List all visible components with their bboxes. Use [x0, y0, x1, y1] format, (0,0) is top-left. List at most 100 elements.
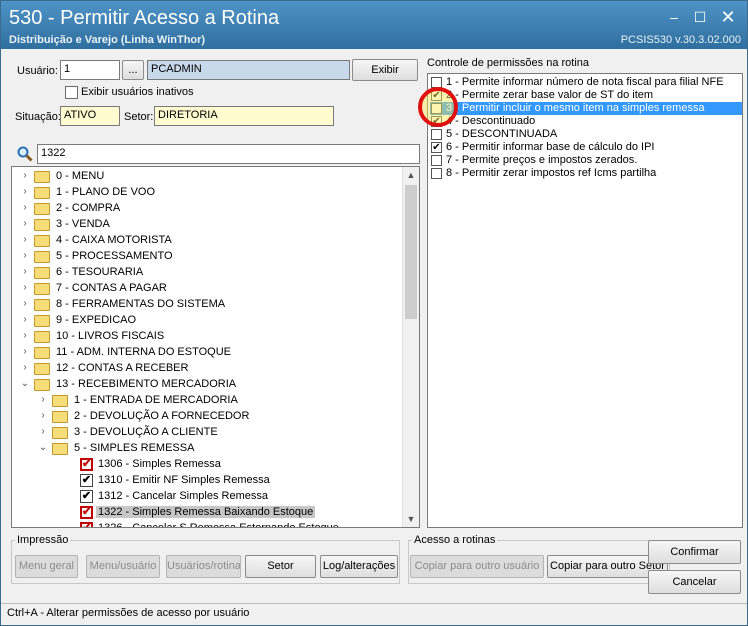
tree-item[interactable]: ✔ 1326 - Cancelar S.Remessa Estornando Es…	[12, 521, 404, 527]
expand-icon[interactable]: ›	[38, 426, 48, 437]
permission-item[interactable]: 5 - DESCONTINUADA	[430, 128, 742, 141]
expand-icon[interactable]: ›	[20, 314, 30, 325]
expand-icon[interactable]: ›	[20, 250, 30, 261]
tree-item[interactable]: › 9 - EXPEDICAO	[12, 313, 404, 329]
copy-to-user-button[interactable]: Copiar para outro usuário	[410, 555, 544, 578]
collapse-icon[interactable]: ⌄	[38, 442, 48, 453]
tree-item[interactable]: ✔ 1306 - Simples Remessa	[12, 457, 404, 473]
tree-item[interactable]: › 7 - CONTAS A PAGAR	[12, 281, 404, 297]
sector-print-button[interactable]: Setor	[245, 555, 316, 578]
tree-item[interactable]: ✔ 1322 - Simples Remessa Baixando Estoque	[12, 505, 404, 521]
folder-icon	[34, 283, 50, 295]
tree-item[interactable]: ⌄ 5 - SIMPLES REMESSA	[12, 441, 404, 457]
permission-item[interactable]: 7 - Permite preços e impostos zerados.	[430, 154, 742, 167]
tree-item[interactable]: › 3 - VENDA	[12, 217, 404, 233]
permission-checkbox[interactable]	[431, 155, 442, 166]
scroll-thumb[interactable]	[405, 185, 417, 319]
permission-item[interactable]: 8 - Permitir zerar impostos ref Icms par…	[430, 167, 742, 180]
tree-item[interactable]: ⌄ 13 - RECEBIMENTO MERCADORIA	[12, 377, 404, 393]
permission-label: 6 - Permitir informar base de cálculo do…	[446, 141, 655, 153]
tree-item-label: 1312 - Cancelar Simples Remessa	[98, 490, 268, 502]
tree-item[interactable]: › 4 - CAIXA MOTORISTA	[12, 233, 404, 249]
expand-icon[interactable]: ›	[20, 298, 30, 309]
cancel-button[interactable]: Cancelar	[648, 570, 741, 594]
expand-icon[interactable]: ›	[20, 234, 30, 245]
search-input[interactable]: 1322	[37, 144, 420, 164]
expand-icon[interactable]: ›	[20, 330, 30, 341]
permission-checkbox[interactable]	[431, 168, 442, 179]
confirm-button[interactable]: Confirmar	[648, 540, 741, 564]
expand-icon[interactable]: ›	[20, 266, 30, 277]
user-lookup-button[interactable]: ...	[122, 60, 144, 80]
user-menu-button[interactable]: Menu/usuário	[86, 555, 160, 578]
routine-tree[interactable]: › 0 - MENU › 1 - PLANO DE VOO › 2 - COMPRA › 3 …	[11, 166, 420, 528]
expand-icon[interactable]: ›	[20, 186, 30, 197]
tree-item[interactable]: › 12 - CONTAS A RECEBER	[12, 361, 404, 377]
maximize-button[interactable]: ☐	[689, 9, 711, 25]
permission-item[interactable]: ✔ 2 - Permite zerar base valor de ST do i…	[430, 89, 742, 102]
tree-item-label: 6 - TESOURARIA	[56, 266, 144, 278]
scroll-down-icon[interactable]: ▼	[403, 511, 419, 527]
expand-icon[interactable]: ›	[20, 218, 30, 229]
permission-label: 3 - Permitir incluir o mesmo item na sim…	[446, 102, 705, 114]
show-user-button[interactable]: Exibir	[352, 59, 418, 81]
folder-icon	[52, 411, 68, 423]
routine-checkbox[interactable]: ✔	[80, 490, 93, 503]
tree-item-label: 1310 - Emitir NF Simples Remessa	[98, 474, 270, 486]
permission-checkbox[interactable]	[431, 129, 442, 140]
log-button[interactable]: Log/alterações	[320, 555, 398, 578]
permissions-list[interactable]: 1 - Permite informar número de nota fisc…	[427, 73, 743, 528]
tree-item-label: 1 - ENTRADA DE MERCADORIA	[74, 394, 238, 406]
expand-icon[interactable]: ›	[38, 410, 48, 421]
routine-checkbox[interactable]: ✔	[80, 474, 93, 487]
expand-icon[interactable]: ›	[38, 394, 48, 405]
tree-item-label: 12 - CONTAS A RECEBER	[56, 362, 189, 374]
expand-icon[interactable]: ›	[20, 282, 30, 293]
permission-item[interactable]: ✔ 6 - Permitir informar base de cálculo d…	[430, 141, 742, 154]
status-label: Situação:	[15, 111, 61, 123]
tree-item[interactable]: › 2 - COMPRA	[12, 201, 404, 217]
routine-checkbox[interactable]: ✔	[80, 506, 93, 519]
permission-item[interactable]: 1 - Permite informar número de nota fisc…	[430, 76, 742, 89]
tree-item-label: 4 - CAIXA MOTORISTA	[56, 234, 172, 246]
user-id-field[interactable]: 1	[60, 60, 120, 80]
status-field: ATIVO	[60, 106, 120, 126]
tree-item[interactable]: › 1 - PLANO DE VOO	[12, 185, 404, 201]
tree-item[interactable]: › 10 - LIVROS FISCAIS	[12, 329, 404, 345]
expand-icon[interactable]: ›	[20, 362, 30, 373]
tree-item[interactable]: › 2 - DEVOLUÇÃO A FORNECEDOR	[12, 409, 404, 425]
users-routine-button[interactable]: Usuários/rotina	[166, 555, 241, 578]
routine-checkbox[interactable]: ✔	[80, 522, 93, 527]
permission-item[interactable]: 3 - Permitir incluir o mesmo item na sim…	[430, 102, 742, 115]
close-button[interactable]: ✕	[717, 8, 739, 26]
permission-item[interactable]: ✔ 4 - Descontinuado	[430, 115, 742, 128]
routine-checkbox[interactable]: ✔	[80, 458, 93, 471]
scroll-up-icon[interactable]: ▲	[403, 167, 419, 183]
tree-item-label: 5 - PROCESSAMENTO	[56, 250, 173, 262]
tree-item-label: 3 - VENDA	[56, 218, 110, 230]
tree-item[interactable]: ✔ 1312 - Cancelar Simples Remessa	[12, 489, 404, 505]
expand-icon[interactable]: ›	[20, 202, 30, 213]
expand-icon[interactable]: ›	[20, 346, 30, 357]
tree-scrollbar[interactable]: ▲ ▼	[402, 167, 419, 527]
general-menu-button[interactable]: Menu geral	[15, 555, 78, 578]
folder-icon	[34, 187, 50, 199]
tree-item[interactable]: › 11 - ADM. INTERNA DO ESTOQUE	[12, 345, 404, 361]
tree-item[interactable]: › 0 - MENU	[12, 169, 404, 185]
tree-item-label: 9 - EXPEDICAO	[56, 314, 137, 326]
permission-label: 1 - Permite informar número de nota fisc…	[446, 76, 724, 88]
tree-item[interactable]: › 1 - ENTRADA DE MERCADORIA	[12, 393, 404, 409]
user-name-field: PCADMIN	[147, 60, 350, 80]
show-inactive-checkbox[interactable]	[65, 86, 78, 99]
user-label: Usuário:	[17, 65, 58, 77]
minimize-button[interactable]: –	[663, 9, 685, 25]
tree-item[interactable]: › 8 - FERRAMENTAS DO SISTEMA	[12, 297, 404, 313]
expand-icon[interactable]: ›	[20, 170, 30, 181]
tree-item-label: 5 - SIMPLES REMESSA	[74, 442, 195, 454]
tree-item[interactable]: › 3 - DEVOLUÇÃO A CLIENTE	[12, 425, 404, 441]
permission-checkbox[interactable]: ✔	[431, 142, 442, 153]
tree-item[interactable]: ✔ 1310 - Emitir NF Simples Remessa	[12, 473, 404, 489]
collapse-icon[interactable]: ⌄	[20, 378, 30, 389]
tree-item[interactable]: › 6 - TESOURARIA	[12, 265, 404, 281]
tree-item[interactable]: › 5 - PROCESSAMENTO	[12, 249, 404, 265]
